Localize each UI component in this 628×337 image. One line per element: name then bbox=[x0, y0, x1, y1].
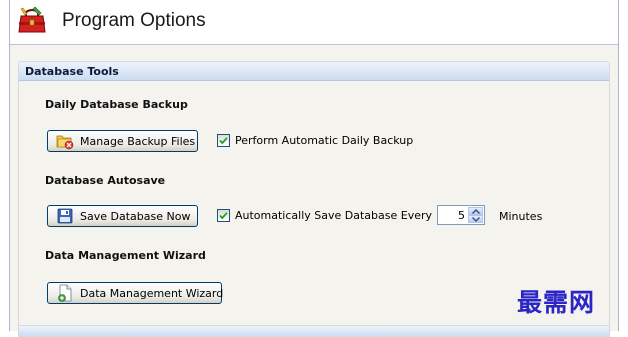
spinner-down-button[interactable] bbox=[468, 215, 483, 223]
backup-section-title: Daily Database Backup bbox=[45, 98, 188, 111]
autosave-option[interactable]: Automatically Save Database Every bbox=[217, 209, 432, 222]
autosave-section-title: Database Autosave bbox=[45, 174, 166, 187]
wizard-section-title: Data Management Wizard bbox=[45, 249, 206, 262]
page-title: Program Options bbox=[62, 10, 206, 31]
program-options-window: Program Options Database Tools Daily Dat… bbox=[9, 0, 619, 337]
spinner-up-button[interactable] bbox=[468, 207, 483, 215]
save-database-now-button[interactable]: Save Database Now bbox=[47, 205, 198, 227]
automatic-backup-option[interactable]: Perform Automatic Daily Backup bbox=[217, 134, 413, 147]
arrow-down-icon bbox=[472, 217, 480, 222]
data-management-wizard-label: Data Management Wizard bbox=[80, 286, 224, 300]
data-management-wizard-button[interactable]: Data Management Wizard bbox=[47, 282, 224, 304]
manage-backup-files-label: Manage Backup Files bbox=[80, 134, 196, 148]
autosave-interval-value[interactable]: 5 bbox=[458, 209, 465, 222]
autosave-checkbox[interactable] bbox=[217, 209, 230, 222]
manage-backup-files-button[interactable]: Manage Backup Files bbox=[47, 130, 198, 152]
folder-delete-icon bbox=[56, 135, 74, 150]
next-group-header bbox=[18, 325, 610, 337]
toolbox-icon bbox=[18, 6, 46, 33]
watermark: 最需网 bbox=[517, 288, 596, 317]
header: Program Options bbox=[10, 0, 618, 44]
checkmark-icon bbox=[219, 212, 228, 220]
arrow-up-icon bbox=[472, 209, 480, 214]
autosave-interval-spinner[interactable]: 5 bbox=[437, 205, 485, 225]
autosave-label: Automatically Save Database Every bbox=[235, 209, 433, 222]
automatic-backup-label: Perform Automatic Daily Backup bbox=[235, 134, 414, 147]
new-document-icon bbox=[58, 284, 72, 302]
automatic-backup-checkbox[interactable] bbox=[217, 134, 230, 147]
group-title: Database Tools bbox=[25, 65, 119, 78]
spinner-buttons bbox=[468, 207, 483, 223]
checkmark-icon bbox=[219, 137, 228, 145]
group-header: Database Tools bbox=[19, 62, 609, 81]
floppy-disk-icon bbox=[57, 208, 73, 224]
interval-unit-label: Minutes bbox=[499, 210, 543, 223]
save-database-now-label: Save Database Now bbox=[80, 209, 191, 223]
